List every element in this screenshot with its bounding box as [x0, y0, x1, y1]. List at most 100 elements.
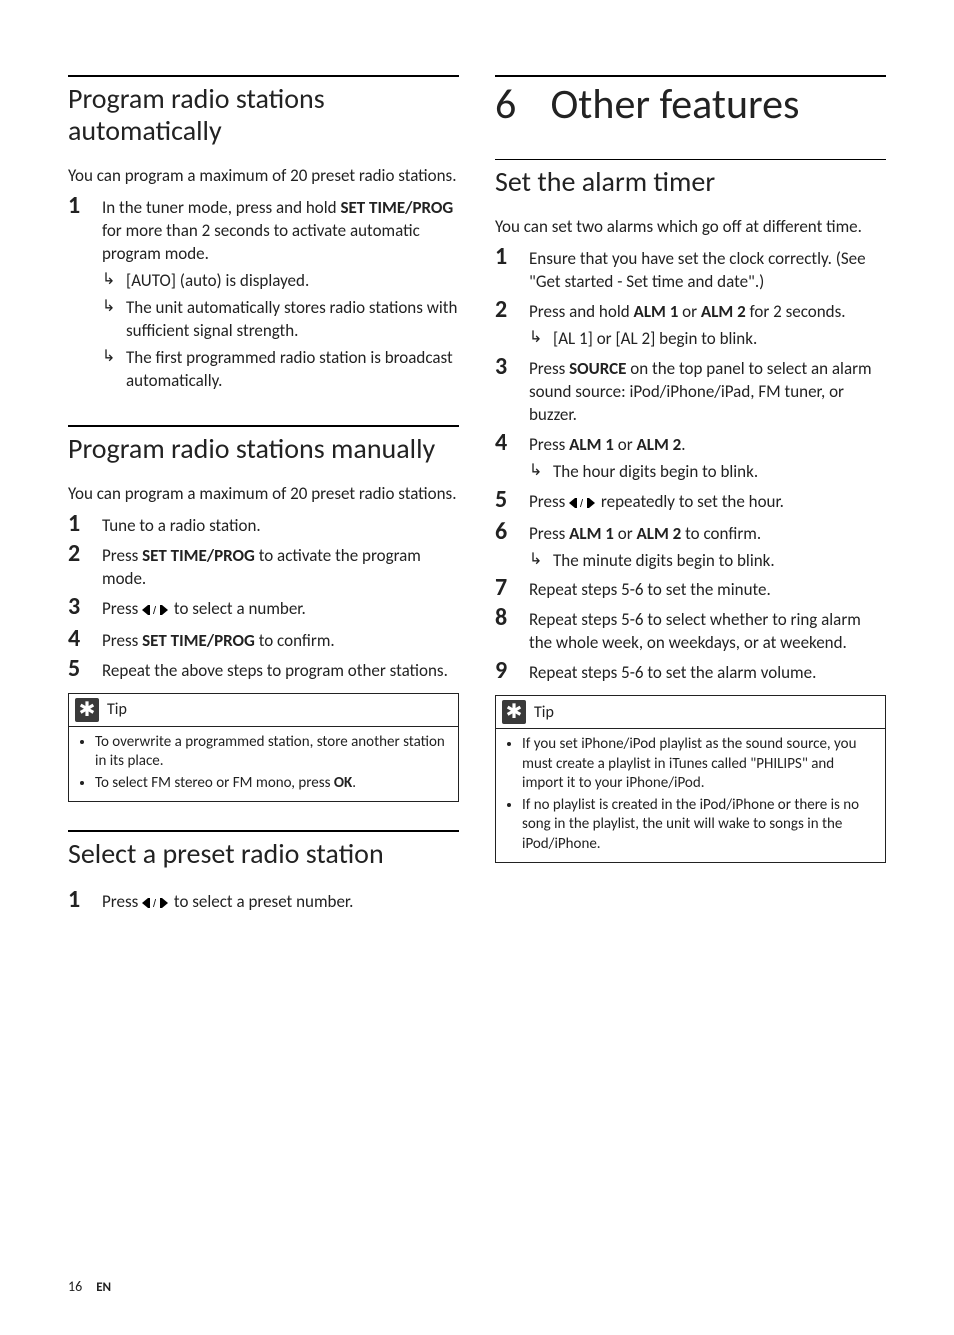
step-number: 5 — [68, 657, 102, 683]
step-body: Press ALM 1 or ALM 2. ↳ The hour digits … — [529, 431, 886, 484]
section-rule — [68, 830, 459, 832]
step-body: Press and hold ALM 1 or ALM 2 for 2 seco… — [529, 298, 886, 351]
left-column: Program radio stations automatically You… — [68, 75, 459, 1258]
result-line: ↳ [AUTO] (auto) is displayed. — [102, 270, 459, 293]
step-text: to select a preset number. — [170, 891, 353, 912]
step-body: Tune to a radio station. — [102, 512, 459, 538]
arrow-icon: ↳ — [529, 461, 553, 484]
tip-item: To overwrite a programmed station, store… — [95, 733, 450, 772]
step-body: Press SET TIME/PROG to confirm. — [102, 627, 459, 653]
step-body: Press / to select a number. — [102, 595, 459, 623]
step-list: 1 Ensure that you have set the clock cor… — [495, 245, 886, 685]
arrow-icon: ↳ — [529, 550, 553, 573]
section-heading: Select a preset radio station — [68, 838, 459, 870]
step: 8 Repeat steps 5-6 to select whether to … — [495, 606, 886, 655]
result-line: ↳ [AL 1] or [AL 2] begin to blink. — [529, 328, 886, 351]
page-footer: 16 EN — [68, 1278, 886, 1295]
step-number: 2 — [68, 542, 102, 591]
step-text: to confirm. — [255, 630, 335, 651]
asterisk-icon: ✱ — [75, 698, 99, 722]
step: 7 Repeat steps 5-6 to set the minute. — [495, 576, 886, 602]
step-body: Press / to select a preset number. — [102, 888, 459, 916]
step-text: for more than 2 seconds to activate auto… — [102, 220, 420, 264]
step: 1 Press / to select a preset number. — [68, 888, 459, 916]
step-text: or — [614, 523, 637, 544]
step-body: Repeat steps 5-6 to set the minute. — [529, 576, 886, 602]
step: 4 Press ALM 1 or ALM 2. ↳ The hour digit… — [495, 431, 886, 484]
step: 3 Press / to select a number. — [68, 595, 459, 623]
chapter-heading: 6 Other features — [495, 83, 886, 127]
button-label: ALM 1 — [634, 301, 679, 322]
step: 4 Press SET TIME/PROG to confirm. — [68, 627, 459, 653]
step-body: Repeat steps 5-6 to set the alarm volume… — [529, 659, 886, 685]
tip-item: To select FM stereo or FM mono, press OK… — [95, 774, 450, 794]
button-label: ALM 1 — [569, 434, 614, 455]
result-text: [AUTO] (auto) is displayed. — [126, 270, 459, 293]
tip-header: ✱ Tip — [496, 696, 885, 729]
step-number: 8 — [495, 606, 529, 655]
step-number: 1 — [68, 512, 102, 538]
result-line: ↳ The unit automatically stores radio st… — [102, 297, 459, 343]
asterisk-icon: ✱ — [502, 700, 526, 724]
button-label: SET TIME/PROG — [142, 630, 255, 651]
step-text: repeatedly to set the hour. — [597, 491, 784, 512]
step-body: Ensure that you have set the clock corre… — [529, 245, 886, 294]
svg-text:/: / — [153, 898, 157, 909]
step-text: Press and hold — [529, 301, 634, 322]
step-list: 1 In the tuner mode, press and hold SET … — [68, 194, 459, 393]
step-text: Press — [529, 491, 569, 512]
step-text: Press — [102, 630, 142, 651]
section-rule — [495, 75, 886, 77]
result-line: ↳ The first programmed radio station is … — [102, 347, 459, 393]
tip-list: To overwrite a programmed station, store… — [77, 733, 450, 794]
tip-text: . — [352, 774, 356, 792]
step: 5 Repeat the above steps to program othe… — [68, 657, 459, 683]
prev-next-icon: / — [569, 493, 597, 516]
step: 6 Press ALM 1 or ALM 2 to confirm. ↳ The… — [495, 520, 886, 573]
tip-list: If you set iPhone/iPod playlist as the s… — [504, 735, 877, 854]
button-label: ALM 2 — [636, 434, 681, 455]
page-number: 16 — [68, 1278, 82, 1295]
manual-page: Program radio stations automatically You… — [0, 0, 954, 1335]
tip-item: If no playlist is created in the iPod/iP… — [522, 796, 877, 855]
button-label: ALM 2 — [701, 301, 746, 322]
step-number: 4 — [495, 431, 529, 484]
result-text: The hour digits begin to blink. — [553, 461, 886, 484]
intro-paragraph: You can program a maximum of 20 preset r… — [68, 483, 459, 506]
step-text: Press — [529, 358, 569, 379]
button-label: OK — [334, 774, 352, 792]
step-number: 4 — [68, 627, 102, 653]
step-number: 5 — [495, 488, 529, 516]
step-body: Press SOURCE on the top panel to select … — [529, 355, 886, 427]
prev-next-icon: / — [142, 893, 170, 916]
step-number: 2 — [495, 298, 529, 351]
step-body: Repeat steps 5-6 to select whether to ri… — [529, 606, 886, 655]
intro-paragraph: You can program a maximum of 20 preset r… — [68, 165, 459, 188]
step-text: or — [678, 301, 701, 322]
button-label: ALM 1 — [569, 523, 614, 544]
language-code: EN — [96, 1280, 111, 1295]
prev-next-icon: / — [142, 600, 170, 623]
step-text: . — [681, 434, 685, 455]
button-label: SET TIME/PROG — [142, 545, 255, 566]
tip-label: Tip — [107, 700, 127, 719]
result-text: [AL 1] or [AL 2] begin to blink. — [553, 328, 886, 351]
right-column: 6 Other features Set the alarm timer You… — [495, 75, 886, 1258]
svg-text:/: / — [580, 498, 584, 509]
chapter-title: Other features — [551, 79, 800, 130]
step: 3 Press SOURCE on the top panel to selec… — [495, 355, 886, 427]
step: 9 Repeat steps 5-6 to set the alarm volu… — [495, 659, 886, 685]
result-text: The unit automatically stores radio stat… — [126, 297, 459, 343]
intro-paragraph: You can set two alarms which go off at d… — [495, 216, 886, 239]
chapter-number: 6 — [495, 83, 541, 127]
step-list: 1 Press / to select a preset number. — [68, 888, 459, 916]
button-label: SET TIME/PROG — [340, 197, 453, 218]
arrow-icon: ↳ — [529, 328, 553, 351]
button-label: SOURCE — [569, 358, 626, 379]
step-number: 1 — [68, 194, 102, 393]
step: 5 Press / repeatedly to set the hour. — [495, 488, 886, 516]
step-text: Press — [529, 523, 569, 544]
step-text: Press — [102, 545, 142, 566]
step-body: Press ALM 1 or ALM 2 to confirm. ↳ The m… — [529, 520, 886, 573]
step-number: 6 — [495, 520, 529, 573]
